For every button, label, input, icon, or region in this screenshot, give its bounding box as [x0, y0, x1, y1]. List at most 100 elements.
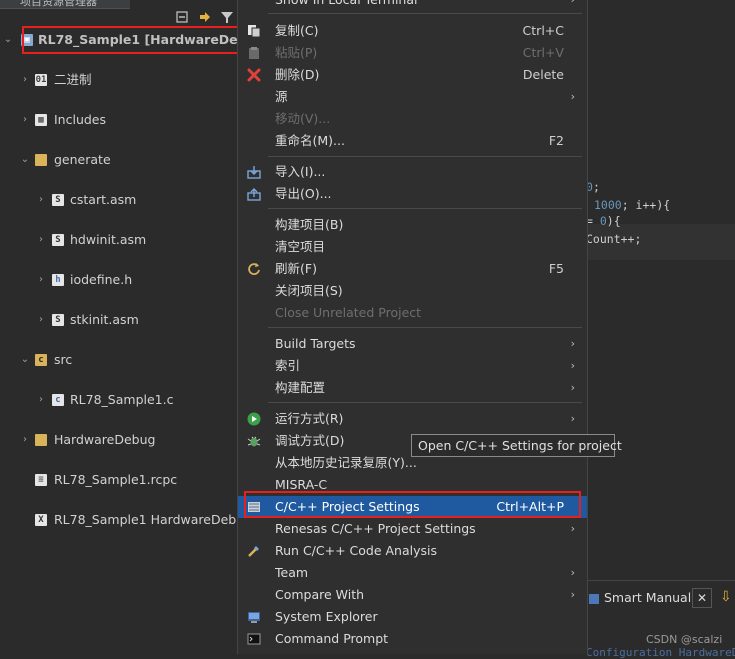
tree-item-launch[interactable]: X RL78_Sample1 HardwareDebug [0, 510, 252, 530]
asm-file-icon: S [52, 194, 64, 206]
close-icon[interactable]: ✕ [692, 588, 712, 608]
chevron-down-icon[interactable]: ⌄ [20, 150, 30, 170]
tree-item-iodefine-h[interactable]: › h iodefine.h [0, 270, 244, 290]
tree-item-label: iodefine.h [70, 272, 133, 287]
menu-item-delete[interactable]: 删除(D) Delete [238, 64, 587, 86]
launch-file-icon: X [35, 514, 47, 526]
tree-item-stkinit-asm[interactable]: › S stkinit.asm [0, 310, 244, 330]
menu-item-move[interactable]: 移动(V)... [238, 108, 587, 130]
menu-item-clean-project[interactable]: 清空项目 [238, 236, 587, 258]
menu-item-rename[interactable]: 重命名(M)... F2 [238, 130, 587, 152]
menu-item-compare-with[interactable]: Compare With › [238, 584, 587, 606]
c-file-icon: c [52, 394, 64, 406]
menu-item-index[interactable]: 索引 › [238, 355, 587, 377]
menu-item-label: 粘贴(P) [275, 45, 318, 60]
menu-item-renesas-cpp-project-settings[interactable]: Renesas C/C++ Project Settings › [238, 518, 587, 540]
menu-item-label: 调试方式(D) [275, 433, 345, 448]
filter-icon[interactable] [220, 10, 234, 24]
chevron-right-icon[interactable]: › [36, 270, 46, 290]
menu-item-export[interactable]: 导出(O)... [238, 183, 587, 205]
tree-item-label: cstart.asm [70, 192, 137, 207]
chevron-down-icon[interactable]: ⌄ [20, 350, 30, 370]
menu-item-label: 清空项目 [275, 239, 326, 254]
code-editor[interactable]: 0; 1000; i++){ = 0){ Count++; [586, 0, 735, 580]
menu-item-copy[interactable]: 复制(C) Ctrl+C [238, 20, 587, 42]
tree-item-label: hdwinit.asm [70, 232, 147, 247]
menu-item-paste[interactable]: 粘贴(P) Ctrl+V [238, 42, 587, 64]
menu-item-label: 构建配置 [275, 380, 326, 395]
tree-item-label: stkinit.asm [70, 312, 139, 327]
tree-item-generate[interactable]: ⌄ generate [0, 150, 244, 170]
menu-item-label: 运行方式(R) [275, 411, 344, 426]
chevron-right-icon: › [570, 412, 575, 425]
collapse-all-icon[interactable] [176, 10, 190, 24]
menu-item-label: 关闭项目(S) [275, 283, 343, 298]
tree-item-hdwinit-asm[interactable]: › S hdwinit.asm [0, 230, 244, 250]
chevron-right-icon[interactable]: › [36, 190, 46, 210]
status-text: Configuration HardwareD [586, 646, 735, 659]
menu-item-run-code-analysis[interactable]: Run C/C++ Code Analysis [238, 540, 587, 562]
menu-item-close-unrelated-project[interactable]: Close Unrelated Project [238, 302, 587, 324]
tree-item-includes[interactable]: › ▦ Includes [0, 110, 244, 130]
command-prompt-icon [247, 633, 261, 645]
tree-item-src[interactable]: ⌄ c src [0, 350, 244, 370]
menu-item-import[interactable]: 导入(I)... [238, 161, 587, 183]
tree-item-label: generate [54, 152, 111, 167]
code-line: Count++; [586, 232, 642, 246]
tree-item-label: HardwareDebug [54, 432, 156, 447]
menu-item-label: Team [275, 565, 309, 580]
menu-item-label: Close Unrelated Project [275, 305, 422, 320]
chevron-right-icon: › [570, 522, 575, 535]
smart-manual-icon [589, 593, 599, 604]
explorer-tab[interactable]: 项目资源管理器 [0, 0, 130, 9]
link-with-editor-icon[interactable] [198, 10, 212, 24]
menu-item-shortcut: Ctrl+C [522, 23, 564, 38]
menu-item-label: 复制(C) [275, 23, 319, 38]
menu-separator [268, 156, 582, 157]
tree-item-label: RL78_Sample1.rcpc [54, 472, 178, 487]
menu-item-build-targets[interactable]: Build Targets › [238, 333, 587, 355]
chevron-right-icon[interactable]: › [36, 390, 46, 410]
chevron-right-icon[interactable]: › [36, 230, 46, 250]
chevron-right-icon: › [570, 337, 575, 350]
chevron-down-icon[interactable]: ⌄ [3, 30, 13, 50]
chevron-right-icon[interactable]: › [36, 310, 46, 330]
chevron-right-icon[interactable]: › [20, 110, 30, 130]
menu-item-run-as[interactable]: 运行方式(R) › [238, 408, 587, 430]
menu-item-close-project[interactable]: 关闭项目(S) [238, 280, 587, 302]
arrow-down-icon[interactable]: ⇩ [720, 588, 735, 606]
smart-manual-tab[interactable]: Smart Manual [586, 585, 691, 611]
menu-item-build-project[interactable]: 构建项目(B) [238, 214, 587, 236]
menu-item-show-in-local-terminal[interactable]: Show In Local Terminal › [238, 0, 587, 11]
menu-item-source[interactable]: 源 › [238, 86, 587, 108]
menu-separator [268, 208, 582, 209]
chevron-right-icon[interactable]: › [20, 430, 30, 450]
menu-separator [268, 13, 582, 14]
menu-separator [268, 327, 582, 328]
asm-file-icon: S [52, 234, 64, 246]
delete-icon [247, 68, 261, 82]
copy-icon [248, 25, 261, 38]
tree-item-label: src [54, 352, 73, 367]
menu-item-system-explorer[interactable]: System Explorer [238, 606, 587, 628]
tree-item-cstart-asm[interactable]: › S cstart.asm [0, 190, 244, 210]
menu-item-team[interactable]: Team › [238, 562, 587, 584]
menu-item-label: Command Prompt [275, 631, 389, 646]
menu-item-command-prompt[interactable]: Command Prompt [238, 628, 587, 650]
menu-item-label: 移动(V)... [275, 111, 331, 126]
tree-item-rl78-sample1-c[interactable]: › c RL78_Sample1.c [0, 390, 244, 410]
refresh-icon [248, 263, 260, 275]
menu-item-build-configurations[interactable]: 构建配置 › [238, 377, 587, 399]
bottom-panel: Smart Manual ✕ ⇩ CSDN @scalzi Configurat… [586, 580, 735, 659]
tree-item-label: RL78_Sample1 HardwareDebug [54, 512, 253, 527]
menu-item-refresh[interactable]: 刷新(F) F5 [238, 258, 587, 280]
tree-item-rcpc[interactable]: ≡ RL78_Sample1.rcpc [0, 470, 244, 490]
tree-item-binaries[interactable]: › 01 二进制 [0, 70, 244, 90]
chevron-right-icon: › [570, 381, 575, 394]
menu-item-label: Build Targets [275, 336, 356, 351]
tree-item-label: 二进制 [54, 72, 92, 87]
chevron-right-icon[interactable]: › [20, 70, 30, 90]
menu-item-label: 索引 [275, 358, 301, 373]
project-tree: ⌄ ▣ RL78_Sample1 [HardwareDebug] › 01 二进… [0, 30, 270, 527]
tree-item-hardwaredebug[interactable]: › HardwareDebug [0, 430, 244, 450]
